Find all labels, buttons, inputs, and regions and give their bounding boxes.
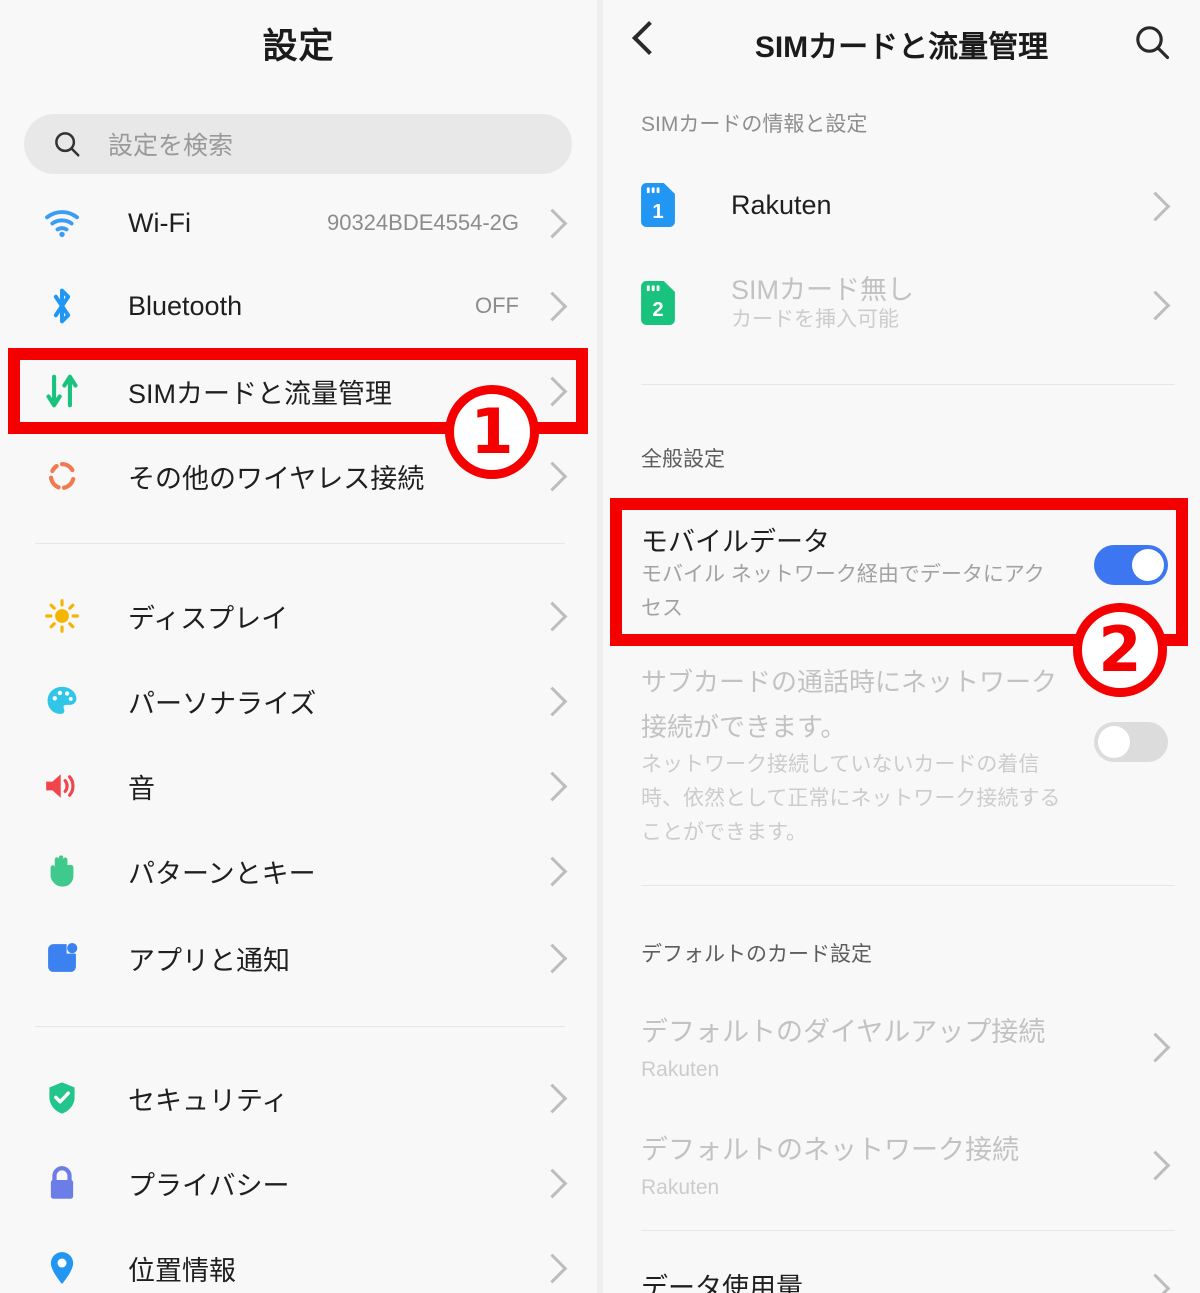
page-title: SIMカードと流量管理 <box>754 31 1049 64</box>
svg-text:2: 2 <box>652 299 663 321</box>
sim-card-2-icon: 2 <box>641 281 675 325</box>
chevron-right-icon <box>537 1253 568 1283</box>
palette-icon <box>40 679 84 723</box>
divider <box>35 543 565 544</box>
sub-card-toggle[interactable] <box>1094 722 1168 762</box>
mobile-data-title: モバイルデータ <box>641 527 830 557</box>
bluetooth-icon <box>40 284 84 328</box>
sidebar-item-label: パターンとキー <box>128 858 316 889</box>
sim-card-1-icon: 1 <box>641 183 675 227</box>
sidebar-item-pattern-keys[interactable]: パターンとキー <box>0 828 597 914</box>
wireless-icon <box>40 454 84 498</box>
default-network-value: Rakuten <box>641 1176 720 1199</box>
sidebar-item-bluetooth[interactable]: Bluetooth OFF <box>0 263 597 349</box>
toggle-knob <box>1098 726 1130 758</box>
mobile-data-toggle[interactable] <box>1094 545 1168 585</box>
chevron-right-icon <box>1140 191 1171 222</box>
chevron-right-icon <box>537 771 568 801</box>
apps-icon <box>40 936 84 980</box>
hand-icon <box>40 849 84 893</box>
chevron-right-icon <box>1140 1273 1171 1293</box>
settings-panel: 設定 設定を検索 Wi-Fi 90324BDE4554-2G Bluetooth… <box>0 0 597 1293</box>
sound-icon <box>40 764 84 808</box>
svg-text:1: 1 <box>652 201 663 223</box>
sidebar-item-label: プライバシー <box>128 1170 290 1201</box>
default-dialup-title: デフォルトのダイヤルアップ接続 <box>641 1017 1046 1047</box>
sidebar-item-label: その他のワイヤレス接続 <box>128 463 425 494</box>
chevron-right-icon <box>537 376 568 406</box>
divider <box>35 1026 565 1027</box>
sim-2-sublabel: カードを挿入可能 <box>731 308 899 331</box>
divider <box>641 384 1175 385</box>
chevron-right-icon <box>1140 290 1171 321</box>
mobile-data-description: モバイル ネットワーク経由でデータにアクセス <box>641 563 1045 620</box>
sim-row-2[interactable]: 2 SIMカード無し カードを挿入可能 <box>603 265 1200 343</box>
wifi-network-value: 90324BDE4554-2G <box>326 210 519 235</box>
chevron-right-icon <box>537 1168 568 1198</box>
sidebar-item-sound[interactable]: 音 <box>0 743 597 829</box>
data-usage-row[interactable]: データ使用量 <box>603 1258 1200 1293</box>
data-usage-title: データ使用量 <box>641 1273 803 1293</box>
lock-icon <box>40 1161 84 1205</box>
sidebar-item-privacy[interactable]: プライバシー <box>0 1140 597 1226</box>
sidebar-item-location[interactable]: 位置情報 <box>0 1225 597 1293</box>
sidebar-item-label: アプリと通知 <box>128 945 290 976</box>
annotation-badge-step1: 1 <box>445 385 539 479</box>
toggle-knob <box>1132 549 1164 581</box>
sidebar-item-wifi[interactable]: Wi-Fi 90324BDE4554-2G <box>0 180 597 266</box>
search-icon <box>55 132 80 157</box>
location-pin-icon <box>40 1246 84 1290</box>
sub-card-description: ネットワーク接続していないカードの着信時、依然として正常にネットワーク接続するこ… <box>641 753 1061 844</box>
chevron-right-icon <box>537 943 568 973</box>
chevron-right-icon <box>537 208 568 238</box>
sim-row-1[interactable]: 1 Rakuten <box>603 170 1200 240</box>
default-dialup-row[interactable]: デフォルトのダイヤルアップ接続 Rakuten <box>603 1005 1200 1095</box>
default-network-row[interactable]: デフォルトのネットワーク接続 Rakuten <box>603 1123 1200 1213</box>
sidebar-item-apps-notifications[interactable]: アプリと通知 <box>0 915 597 1001</box>
chevron-right-icon <box>537 686 568 716</box>
default-network-title: デフォルトのネットワーク接続 <box>641 1135 1019 1165</box>
divider <box>641 885 1175 886</box>
sim-2-label: SIMカード無し <box>731 275 915 305</box>
sim-1-label: Rakuten <box>731 189 832 220</box>
sidebar-item-label: Bluetooth <box>128 290 243 321</box>
chevron-right-icon <box>537 461 568 491</box>
chevron-right-icon <box>1140 1032 1171 1063</box>
chevron-right-icon <box>537 601 568 631</box>
brightness-icon <box>40 594 84 638</box>
search-icon[interactable] <box>1132 22 1172 62</box>
bluetooth-state-value: OFF <box>475 293 519 318</box>
sidebar-item-label: セキュリティ <box>128 1085 289 1116</box>
sidebar-item-display[interactable]: ディスプレイ <box>0 573 597 659</box>
divider <box>641 1230 1175 1231</box>
chevron-right-icon <box>537 856 568 886</box>
search-input[interactable]: 設定を検索 <box>24 114 572 174</box>
annotation-badge-step2: 2 <box>1073 603 1167 697</box>
chevron-right-icon <box>537 291 568 321</box>
sim-data-icon <box>40 369 84 413</box>
sidebar-item-personalize[interactable]: パーソナライズ <box>0 658 597 744</box>
screenshot-root: 設定 設定を検索 Wi-Fi 90324BDE4554-2G Bluetooth… <box>0 0 1200 1293</box>
chevron-right-icon <box>537 1083 568 1113</box>
sidebar-item-label: ディスプレイ <box>128 603 289 634</box>
default-dialup-value: Rakuten <box>641 1058 720 1081</box>
section-heading-sim-info: SIMカードの情報と設定 <box>641 113 868 136</box>
shield-icon <box>40 1076 84 1120</box>
sub-card-title: サブカードの通話時にネットワーク接続ができます。 <box>641 667 1058 742</box>
sidebar-item-label: 位置情報 <box>128 1255 236 1286</box>
chevron-right-icon <box>1140 1150 1171 1181</box>
search-placeholder: 設定を検索 <box>108 132 234 160</box>
page-title: 設定 <box>262 27 335 66</box>
section-heading-default-card: デフォルトのカード設定 <box>641 943 872 966</box>
sidebar-item-label: パーソナライズ <box>128 688 317 719</box>
sidebar-item-label: SIMカードと流量管理 <box>128 378 393 409</box>
sidebar-item-label: Wi-Fi <box>128 207 191 238</box>
wifi-icon <box>40 201 84 245</box>
sidebar-item-security[interactable]: セキュリティ <box>0 1055 597 1141</box>
section-heading-general: 全般設定 <box>641 448 725 471</box>
sidebar-item-label: 音 <box>128 773 155 804</box>
